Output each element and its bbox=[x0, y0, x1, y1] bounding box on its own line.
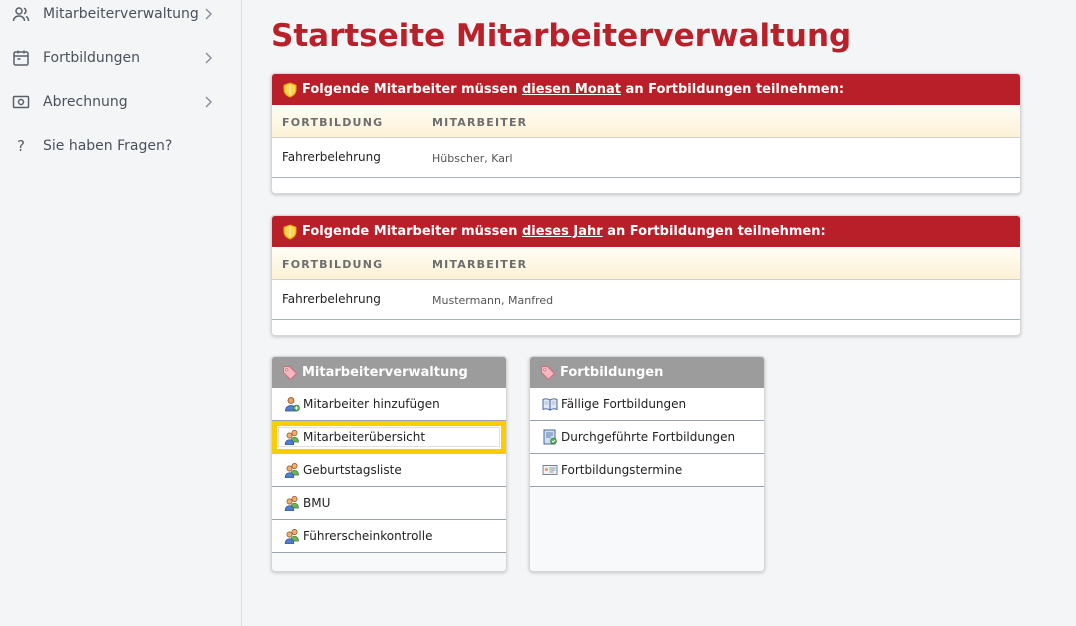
users-group-icon bbox=[284, 462, 300, 478]
table-header: FORTBILDUNG MITARBEITER bbox=[272, 247, 1020, 280]
panel-this-year: Folgende Mitarbeiter müssen dieses Jahr … bbox=[271, 215, 1021, 336]
box-header: Fortbildungen bbox=[530, 357, 764, 388]
menu-item-label: Geburtstagsliste bbox=[303, 463, 402, 477]
page-title: Startseite Mitarbeiterverwaltung bbox=[271, 18, 852, 54]
book-icon bbox=[542, 396, 558, 412]
menu-item-label: Mitarbeiter hinzufügen bbox=[303, 397, 440, 411]
menu-item-mitarbeiter-hinzufuegen[interactable]: Mitarbeiter hinzufügen bbox=[272, 388, 506, 421]
box-mitarbeiterverwaltung: Mitarbeiterverwaltung Mitarbeiter hinzuf… bbox=[271, 356, 507, 572]
panel-title-post: an Fortbildungen teilnehmen: bbox=[621, 82, 845, 97]
menu-item-geburtstagsliste[interactable]: Geburtstagsliste bbox=[272, 454, 506, 487]
menu-item-label: Durchgeführte Fortbildungen bbox=[561, 430, 736, 444]
cell-employee: Hübscher, Karl bbox=[432, 152, 513, 165]
panel-header: Folgende Mitarbeiter müssen diesen Monat… bbox=[272, 74, 1020, 105]
box-fortbildungen: Fortbildungen Fällige Fortbildungen Durc… bbox=[529, 356, 765, 572]
column-header-training: FORTBILDUNG bbox=[282, 116, 384, 129]
document-check-icon bbox=[542, 429, 558, 445]
sidebar: Mitarbeiterverwaltung Fortbildungen Abre… bbox=[0, 0, 242, 626]
column-header-training: FORTBILDUNG bbox=[282, 258, 384, 271]
shield-icon bbox=[282, 81, 298, 98]
table-row: Fahrerbelehrung Hübscher, Karl bbox=[272, 138, 1020, 178]
menu-item-durchgefuehrte-fortbildungen[interactable]: Durchgeführte Fortbildungen bbox=[530, 421, 764, 454]
panel-title-emphasis: dieses Jahr bbox=[521, 224, 603, 239]
users-group-icon bbox=[284, 495, 300, 511]
user-add-icon bbox=[284, 396, 300, 412]
id-card-icon bbox=[542, 462, 558, 478]
sidebar-item-abrechnung[interactable]: Abrechnung bbox=[0, 82, 241, 122]
cell-training: Fahrerbelehrung bbox=[282, 292, 381, 306]
menu-item-fuehrerscheinkontrolle[interactable]: Führerscheinkontrolle bbox=[272, 520, 506, 553]
money-icon bbox=[11, 92, 31, 112]
sidebar-item-label: Mitarbeiterverwaltung bbox=[43, 6, 199, 22]
chevron-right-icon bbox=[202, 52, 214, 64]
users-icon bbox=[11, 4, 31, 24]
sidebar-item-label: Abrechnung bbox=[43, 94, 128, 110]
tag-icon bbox=[282, 365, 298, 381]
table-row: Fahrerbelehrung Mustermann, Manfred bbox=[272, 280, 1020, 320]
box-header: Mitarbeiterverwaltung bbox=[272, 357, 506, 388]
chevron-right-icon bbox=[202, 8, 214, 20]
cell-employee: Mustermann, Manfred bbox=[432, 294, 554, 307]
menu-item-label: Fällige Fortbildungen bbox=[561, 397, 687, 411]
box-title: Fortbildungen bbox=[560, 365, 664, 380]
chevron-right-icon bbox=[202, 96, 214, 108]
menu-item-mitarbeiteruebersicht[interactable]: Mitarbeiterübersicht bbox=[272, 421, 506, 454]
shield-icon bbox=[282, 223, 298, 240]
main-content: Startseite Mitarbeiterverwaltung Folgend… bbox=[242, 0, 1076, 626]
panel-this-month: Folgende Mitarbeiter müssen diesen Monat… bbox=[271, 73, 1021, 194]
menu-item-faellige-fortbildungen[interactable]: Fällige Fortbildungen bbox=[530, 388, 764, 421]
box-title: Mitarbeiterverwaltung bbox=[302, 365, 468, 380]
panel-header: Folgende Mitarbeiter müssen dieses Jahr … bbox=[272, 216, 1020, 247]
panel-title-pre: Folgende Mitarbeiter müssen bbox=[302, 82, 522, 97]
column-header-employee: MITARBEITER bbox=[432, 258, 528, 271]
menu-item-label: Führerscheinkontrolle bbox=[303, 529, 433, 543]
panel-title-post: an Fortbildungen teilnehmen: bbox=[602, 224, 826, 239]
panel-title-emphasis: diesen Monat bbox=[521, 82, 622, 97]
table-header: FORTBILDUNG MITARBEITER bbox=[272, 105, 1020, 138]
column-header-employee: MITARBEITER bbox=[432, 116, 528, 129]
tag-icon bbox=[540, 365, 556, 381]
menu-item-label: BMU bbox=[303, 496, 331, 510]
menu-item-fortbildungstermine[interactable]: Fortbildungstermine bbox=[530, 454, 764, 487]
sidebar-item-fortbildungen[interactable]: Fortbildungen bbox=[0, 38, 241, 78]
sidebar-item-label: Fortbildungen bbox=[43, 50, 141, 66]
menu-item-bmu[interactable]: BMU bbox=[272, 487, 506, 520]
question-icon: ? bbox=[17, 137, 25, 155]
sidebar-item-fragen[interactable]: ? Sie haben Fragen? bbox=[0, 126, 241, 166]
cell-training: Fahrerbelehrung bbox=[282, 150, 381, 164]
menu-item-label: Fortbildungstermine bbox=[561, 463, 683, 477]
sidebar-item-label: Sie haben Fragen? bbox=[43, 138, 173, 154]
panel-title-pre: Folgende Mitarbeiter müssen bbox=[302, 224, 522, 239]
users-group-icon bbox=[284, 528, 300, 544]
highlight-frame bbox=[278, 427, 500, 447]
calendar-icon bbox=[11, 48, 31, 68]
sidebar-item-mitarbeiterverwaltung[interactable]: Mitarbeiterverwaltung bbox=[0, 0, 241, 34]
